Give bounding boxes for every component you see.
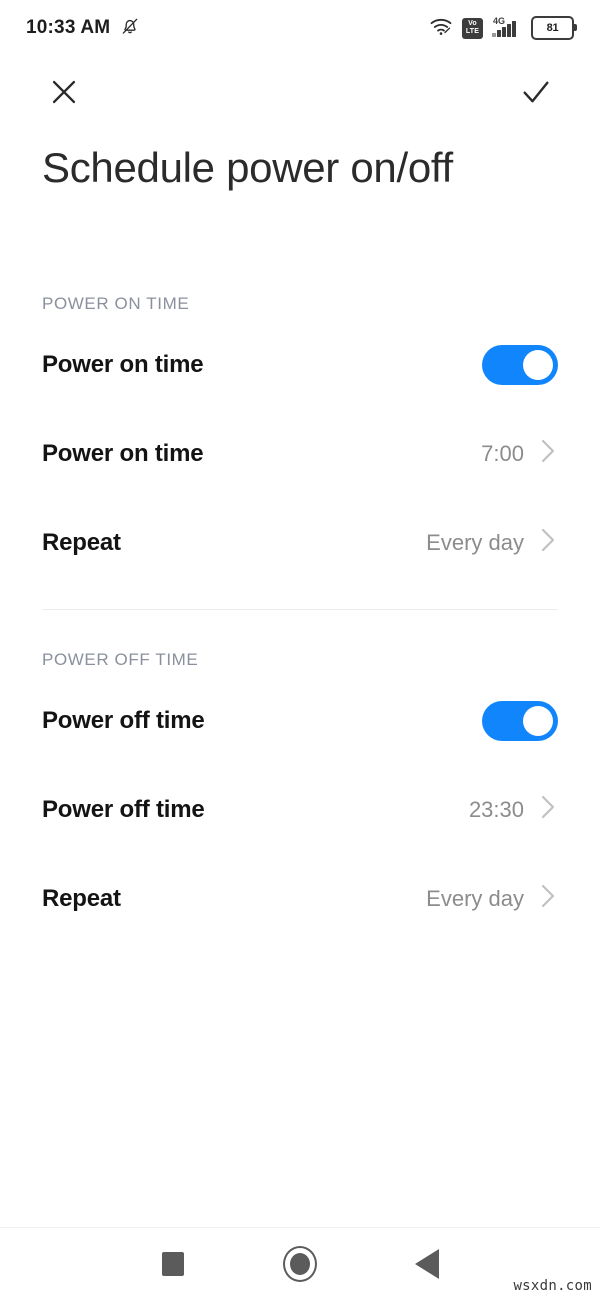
watermark: wsxdn.com (513, 1278, 592, 1294)
battery-icon: 81 (531, 16, 577, 40)
row-value: Every day (426, 885, 524, 911)
section-power-off-time: POWER OFF TIME Power off time Power off … (0, 628, 600, 943)
recents-button[interactable] (144, 1235, 202, 1293)
row-control: 7:00 (481, 436, 558, 471)
volte-icon: Vo LTE (462, 17, 483, 39)
chevron-right-icon (538, 881, 558, 916)
row-control: Every day (426, 525, 558, 560)
status-bar: 10:33 AM Vo LTE 4G 81 (0, 0, 600, 56)
page-title: Schedule power on/off (42, 144, 453, 191)
toggle-knob (523, 349, 553, 380)
triangle-back-icon (414, 1249, 439, 1279)
row-value: 7:00 (481, 440, 524, 466)
circle-home-icon (282, 1246, 317, 1282)
row-label: Repeat (42, 528, 121, 556)
section-header: POWER OFF TIME (42, 650, 199, 669)
nav-bar (0, 1228, 600, 1300)
status-bar-right: Vo LTE 4G 81 (429, 16, 577, 41)
back-button[interactable] (398, 1235, 456, 1293)
section-divider (42, 609, 558, 610)
row-control: 23:30 (469, 792, 558, 827)
row-power-on-time-value[interactable]: Power on time 7:00 (0, 409, 600, 498)
close-icon (47, 75, 81, 114)
settings-list: POWER ON TIME Power on time Power on tim… (0, 272, 600, 943)
bell-off-icon (120, 15, 140, 42)
status-bar-left: 10:33 AM (26, 15, 140, 42)
row-value: Every day (426, 529, 524, 555)
battery-percent-label: 81 (546, 22, 559, 34)
row-control (482, 700, 558, 741)
row-label: Power on time (42, 439, 204, 467)
volte-icon-top: Vo (468, 20, 477, 27)
chevron-right-icon (538, 792, 558, 827)
row-label: Repeat (42, 884, 121, 912)
check-icon (519, 75, 553, 114)
status-clock: 10:33 AM (26, 17, 111, 38)
close-button[interactable] (42, 72, 86, 116)
row-power-off-repeat[interactable]: Repeat Every day (0, 854, 600, 943)
row-control: Every day (426, 881, 558, 916)
row-label: Power off time (42, 706, 205, 734)
row-power-off-time-toggle[interactable]: Power off time (0, 676, 600, 765)
row-power-on-repeat[interactable]: Repeat Every day (0, 498, 600, 587)
confirm-button[interactable] (514, 72, 558, 116)
app-bar (0, 58, 600, 130)
signal-bars-icon: 4G (492, 16, 522, 39)
power-off-time-toggle[interactable] (482, 700, 558, 741)
row-value: 23:30 (468, 796, 524, 822)
toggle-knob (523, 705, 553, 736)
row-label: Power on time (42, 350, 204, 378)
home-button[interactable] (271, 1235, 329, 1293)
chevron-right-icon (538, 525, 558, 560)
row-control (482, 344, 558, 385)
signal-bars (492, 21, 516, 37)
volte-icon-bottom: LTE (465, 28, 480, 35)
section-power-on-time: POWER ON TIME Power on time Power on tim… (0, 272, 600, 587)
wifi-icon (429, 16, 453, 41)
power-on-time-toggle[interactable] (482, 344, 558, 385)
row-power-off-time-value[interactable]: Power off time 23:30 (0, 765, 600, 854)
chevron-right-icon (538, 436, 558, 471)
square-recents-icon (162, 1252, 185, 1276)
row-label: Power off time (42, 795, 205, 823)
section-header: POWER ON TIME (42, 294, 190, 313)
row-power-on-time-toggle[interactable]: Power on time (0, 320, 600, 409)
